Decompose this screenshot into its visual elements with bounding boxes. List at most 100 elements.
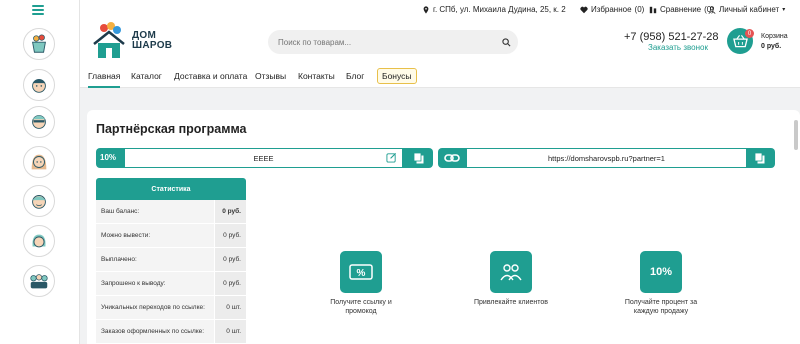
man-face-icon	[32, 115, 46, 129]
address-text: г. СПб, ул. Михаила Дудина, 25, к. 2	[433, 5, 566, 14]
nav-blog[interactable]: Блог	[346, 71, 364, 81]
promo-code-field[interactable]: EEEE	[125, 149, 402, 167]
step-text: Привлекайте клиентов	[451, 298, 571, 307]
cart-label[interactable]: Корзина	[761, 33, 788, 40]
search-box	[268, 30, 518, 54]
nav-delivery[interactable]: Доставка и оплата	[174, 71, 247, 81]
menu-icon[interactable]	[32, 5, 44, 15]
stats-header: Статистика	[96, 178, 246, 200]
stats-value: 0 шт.	[215, 296, 246, 319]
favorites-label: Избранное	[591, 5, 632, 14]
user-icon	[708, 5, 716, 14]
logo-line2: ШАРОВ	[132, 40, 173, 51]
girl-face-icon	[32, 234, 46, 248]
boy-face-icon	[32, 79, 46, 93]
stats-row: Уникальных переходов по ссылке: 0 шт.	[96, 296, 246, 320]
step-text-line: Привлекайте клиентов	[474, 299, 548, 306]
partner-link-value: https://domsharovspb.ru?partner=1	[548, 153, 665, 163]
woman-face-icon	[31, 154, 47, 170]
edit-icon[interactable]	[386, 152, 397, 163]
copy-promo-icon[interactable]	[413, 152, 425, 164]
search-icon	[501, 37, 510, 46]
clients-icon	[490, 251, 532, 293]
site-logo[interactable]: ДОМ ШАРОВ	[90, 22, 172, 60]
favorites-link[interactable]: Избранное (0)	[580, 5, 644, 14]
category-woman[interactable]	[23, 146, 55, 178]
category-rail	[0, 0, 80, 344]
step-get-link: % Получите ссылку и промокод	[301, 251, 421, 316]
stats-value: 0 шт.	[215, 320, 246, 343]
category-kids[interactable]	[23, 185, 55, 217]
category-girl[interactable]	[23, 225, 55, 257]
scrollbar[interactable]	[794, 120, 798, 150]
stats-row: Выплачено: 0 руб.	[96, 248, 246, 272]
percent-badge: 10%	[640, 251, 682, 293]
stats-label: Ваш баланс:	[96, 200, 214, 223]
stats-label: Заказов оформленных по ссылке:	[96, 320, 214, 343]
phone-number[interactable]: +7 (958) 521-27-28	[624, 31, 718, 43]
stats-label: Запрошено к выводу:	[96, 272, 214, 295]
stats-row: Ваш баланс: 0 руб.	[96, 200, 246, 224]
nav-reviews[interactable]: Отзывы	[255, 71, 286, 81]
logo-text: ДОМ ШАРОВ	[132, 31, 172, 51]
promo-code-bar: 10% EEEE	[96, 148, 433, 168]
cart-count-badge: 0	[745, 29, 754, 38]
stats-label: Уникальных переходов по ссылке:	[96, 296, 214, 319]
top-bar: г. СПб, ул. Михаила Дудина, 25, к. 2 Изб…	[80, 0, 800, 20]
link-icon	[444, 154, 460, 162]
step-text-line: Получите ссылку и	[330, 299, 392, 306]
child-face-icon	[32, 195, 46, 209]
heart-icon	[580, 6, 588, 13]
people-group-icon	[30, 274, 48, 289]
stats-value: 0 руб.	[215, 200, 246, 223]
compare-link[interactable]: Сравнение (0)	[649, 5, 714, 14]
stats-label: Выплачено:	[96, 248, 214, 271]
favorites-count: (0)	[634, 5, 645, 14]
balloon-bag-icon	[32, 34, 46, 53]
category-man[interactable]	[23, 106, 55, 138]
compare-icon	[649, 6, 657, 13]
step-text-line: промокод	[345, 308, 377, 315]
svg-text:%: %	[357, 268, 366, 279]
nav-bonus[interactable]: Бонусы	[377, 68, 417, 84]
partner-program-card: Партнёрская программа 10% EEEE https://d…	[87, 110, 800, 344]
stats-value: 0 руб.	[215, 272, 246, 295]
step-text: Получите ссылку и промокод	[301, 298, 421, 316]
location-pin-icon	[423, 5, 429, 14]
step-earn: 10% Получайте процент за каждую продажу	[601, 251, 721, 316]
category-group[interactable]	[23, 265, 55, 297]
cart-sum: 0 руб.	[761, 43, 782, 50]
promo-code-value: EEEE	[253, 153, 274, 163]
stats-label: Можно вывести:	[96, 224, 214, 247]
step-text: Получайте процент за каждую продажу	[601, 298, 721, 316]
logo-house-balloons-icon	[93, 22, 125, 58]
copy-link-icon[interactable]	[754, 152, 766, 164]
search-input[interactable]	[268, 30, 488, 54]
callback-link[interactable]: Заказать звонок	[648, 43, 708, 52]
address: г. СПб, ул. Михаила Дудина, 25, к. 2	[422, 5, 566, 14]
partner-link-bar: https://domsharovspb.ru?partner=1	[438, 148, 775, 168]
promo-percent: 10%	[100, 153, 117, 162]
promo-percent-icon: %	[340, 251, 382, 293]
nav-catalog[interactable]: Каталог	[131, 71, 162, 81]
stats-row: Заказов оформленных по ссылке: 0 шт.	[96, 320, 246, 344]
stats-value: 0 руб.	[215, 248, 246, 271]
account-label: Личный кабинет	[719, 5, 780, 14]
step-text-line: Получайте процент за	[624, 299, 698, 306]
stats-value: 0 руб.	[215, 224, 246, 247]
partner-link-field[interactable]: https://domsharovspb.ru?partner=1	[467, 149, 746, 167]
header: ДОМ ШАРОВ +7 (958) 521-27-28 Заказать зв…	[80, 20, 800, 64]
nav-home[interactable]: Главная	[88, 71, 121, 88]
search-button[interactable]	[498, 34, 514, 50]
page-title: Партнёрская программа	[96, 122, 247, 136]
category-kids-boy[interactable]	[23, 69, 55, 101]
category-balloons-bag[interactable]	[23, 28, 55, 60]
step-text-line: каждую продажу	[633, 308, 689, 315]
step-attract: Привлекайте клиентов	[451, 251, 571, 307]
account-menu[interactable]: Личный кабинет ▾	[708, 5, 785, 14]
chevron-down-icon: ▾	[782, 7, 786, 13]
stats-row: Можно вывести: 0 руб.	[96, 224, 246, 248]
compare-label: Сравнение	[660, 5, 702, 14]
stats-table: Статистика Ваш баланс: 0 руб. Можно выве…	[96, 178, 246, 344]
nav-contacts[interactable]: Контакты	[298, 71, 335, 81]
